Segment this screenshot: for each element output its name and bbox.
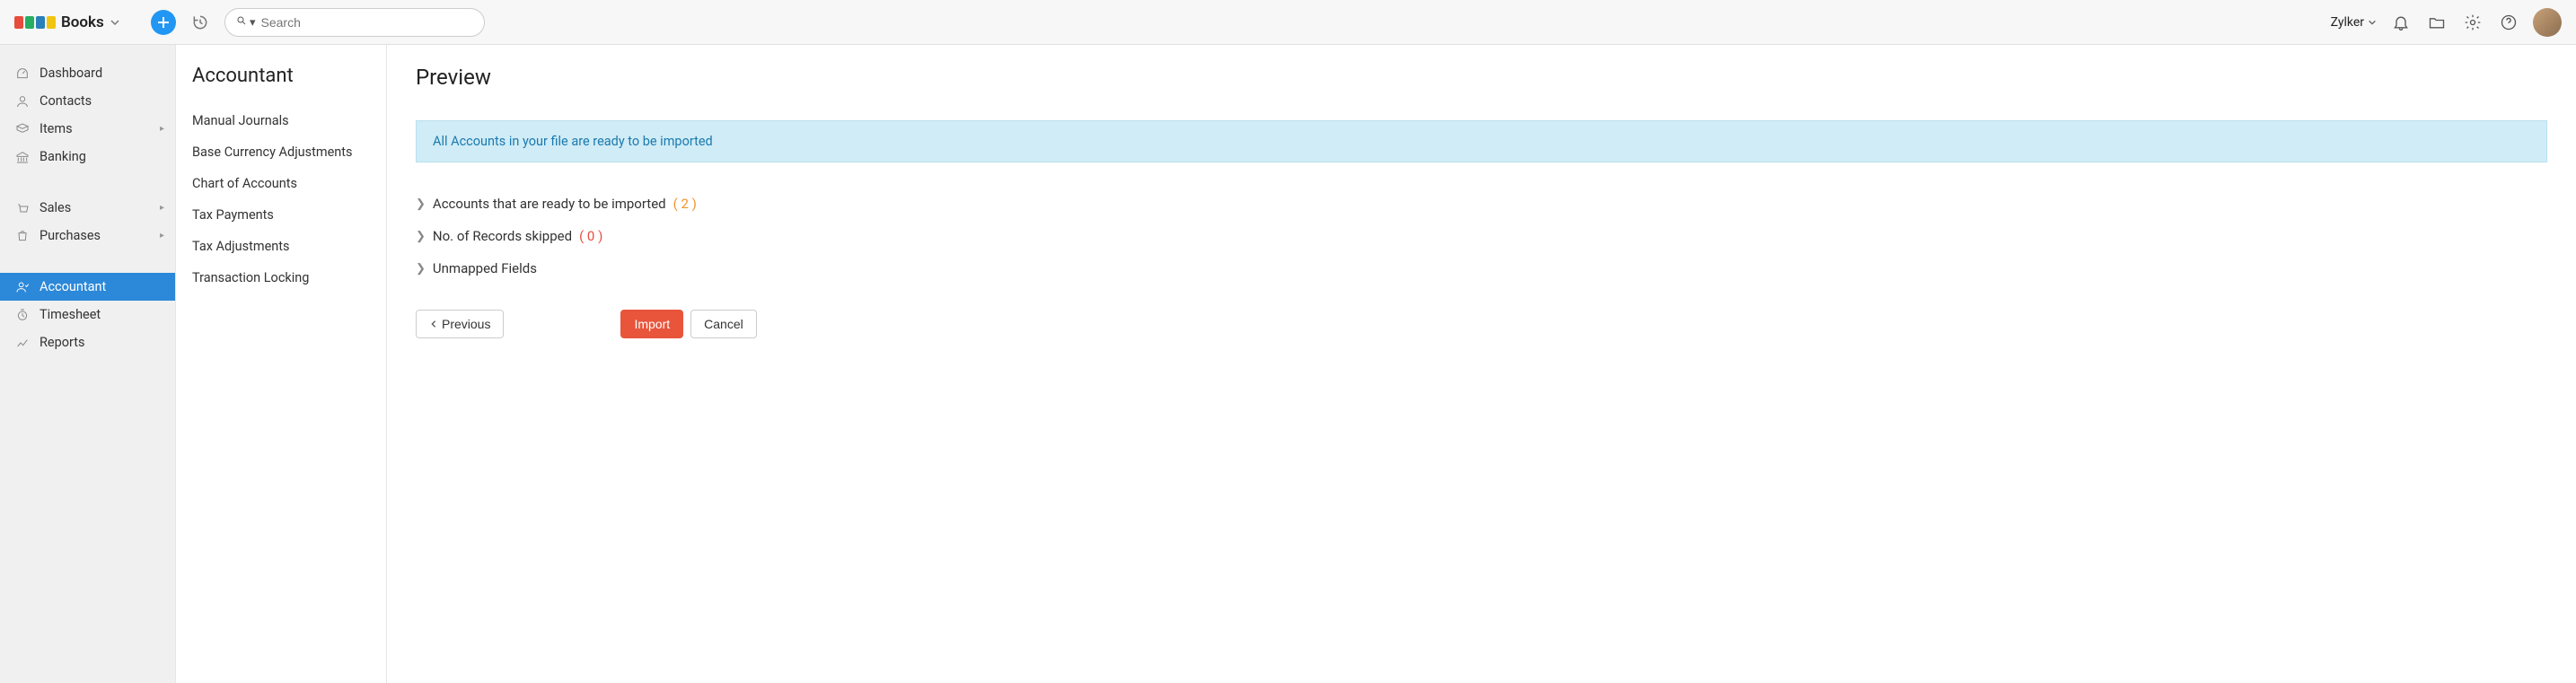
folder-icon [2428,13,2446,31]
main-layout: Dashboard Contacts Items ▸ Banking Sales… [0,45,2576,683]
contacts-icon [14,94,31,109]
button-label: Import [634,317,670,331]
organization-name: Zylker [2331,15,2364,30]
dashboard-icon [14,66,31,81]
chevron-right-icon: ❯ [416,230,426,243]
sidebar-item-items[interactable]: Items ▸ [0,115,175,143]
bell-icon [2392,13,2410,31]
sales-icon [14,201,31,215]
sidebar-item-label: Accountant [40,279,106,294]
page-title: Preview [416,65,2547,90]
chevron-right-icon: ❯ [416,197,426,211]
button-label: Previous [442,317,490,331]
collapse-count: ( 0 ) [579,228,602,244]
chevron-right-icon: ❯ [416,262,426,276]
button-label: Cancel [704,317,743,331]
sidebar-item-timesheet[interactable]: Timesheet [0,301,175,328]
cancel-button[interactable]: Cancel [690,310,757,338]
reports-icon [14,336,31,350]
sidebar-item-reports[interactable]: Reports [0,328,175,356]
sidebar-item-sales[interactable]: Sales ▸ [0,194,175,222]
avatar[interactable] [2533,8,2562,37]
recent-activity-button[interactable] [189,11,212,34]
chevron-right-icon: ▸ [160,124,164,134]
plus-icon [157,16,170,29]
organization-switcher[interactable]: Zylker [2331,15,2377,30]
sub-sidebar-title: Accountant [192,65,370,87]
help-icon [2500,13,2518,31]
submenu-manual-journals[interactable]: Manual Journals [192,105,370,136]
sidebar-item-accountant[interactable]: Accountant [0,273,175,301]
notifications-button[interactable] [2389,11,2413,34]
sidebar-item-label: Sales [40,200,71,215]
sidebar-item-label: Dashboard [40,66,102,81]
sidebar: Dashboard Contacts Items ▸ Banking Sales… [0,45,176,683]
import-button[interactable]: Import [620,310,683,338]
chevron-down-icon [2368,18,2377,27]
timesheet-icon [14,308,31,322]
chevron-right-icon: ▸ [160,203,164,213]
submenu-tax-adjustments[interactable]: Tax Adjustments [192,231,370,262]
action-buttons: Previous Import Cancel [416,310,2547,338]
collapse-ready-accounts[interactable]: ❯ Accounts that are ready to be imported… [416,188,2547,220]
gear-icon [2464,13,2482,31]
primary-buttons: Import Cancel [620,310,756,338]
settings-button[interactable] [2461,11,2484,34]
sidebar-item-contacts[interactable]: Contacts [0,87,175,115]
main-content: Preview All Accounts in your file are re… [387,45,2576,683]
sub-sidebar: Accountant Manual Journals Base Currency… [176,45,387,683]
info-banner: All Accounts in your file are ready to b… [416,120,2547,162]
submenu-tax-payments[interactable]: Tax Payments [192,199,370,231]
zoho-logo-icon [14,15,56,30]
purchases-icon [14,229,31,243]
sidebar-item-label: Purchases [40,228,101,243]
submenu-transaction-locking[interactable]: Transaction Locking [192,262,370,293]
sidebar-item-label: Timesheet [40,307,101,322]
topbar: Books ▾ Zylker [0,0,2576,45]
quick-create-button[interactable] [151,10,176,35]
collapse-skipped-records[interactable]: ❯ No. of Records skipped ( 0 ) [416,220,2547,252]
accountant-icon [14,280,31,294]
history-icon [191,13,209,31]
app-logo[interactable]: Books [14,13,120,31]
items-icon [14,122,31,136]
sidebar-item-label: Banking [40,149,86,164]
submenu-base-currency-adjustments[interactable]: Base Currency Adjustments [192,136,370,168]
collapse-count: ( 2 ) [673,196,697,212]
sidebar-item-label: Items [40,121,73,136]
chevron-down-icon [110,17,120,28]
sidebar-item-banking[interactable]: Banking [0,143,175,171]
chevron-left-icon [429,320,438,328]
search-scope[interactable]: ▾ [236,15,256,30]
sidebar-item-label: Contacts [40,93,92,109]
collapse-label: Unmapped Fields [433,260,537,276]
sidebar-item-label: Reports [40,335,85,350]
collapse-label: No. of Records skipped [433,228,572,244]
previous-button[interactable]: Previous [416,310,504,338]
submenu-chart-of-accounts[interactable]: Chart of Accounts [192,168,370,199]
search-box[interactable]: ▾ [224,8,485,37]
app-name: Books [61,13,104,31]
sidebar-item-purchases[interactable]: Purchases ▸ [0,222,175,250]
chevron-right-icon: ▸ [160,231,164,241]
collapse-unmapped-fields[interactable]: ❯ Unmapped Fields [416,252,2547,285]
files-button[interactable] [2425,11,2449,34]
help-button[interactable] [2497,11,2520,34]
search-input[interactable] [261,15,473,30]
sidebar-item-dashboard[interactable]: Dashboard [0,59,175,87]
banking-icon [14,150,31,164]
collapse-label: Accounts that are ready to be imported [433,196,666,212]
